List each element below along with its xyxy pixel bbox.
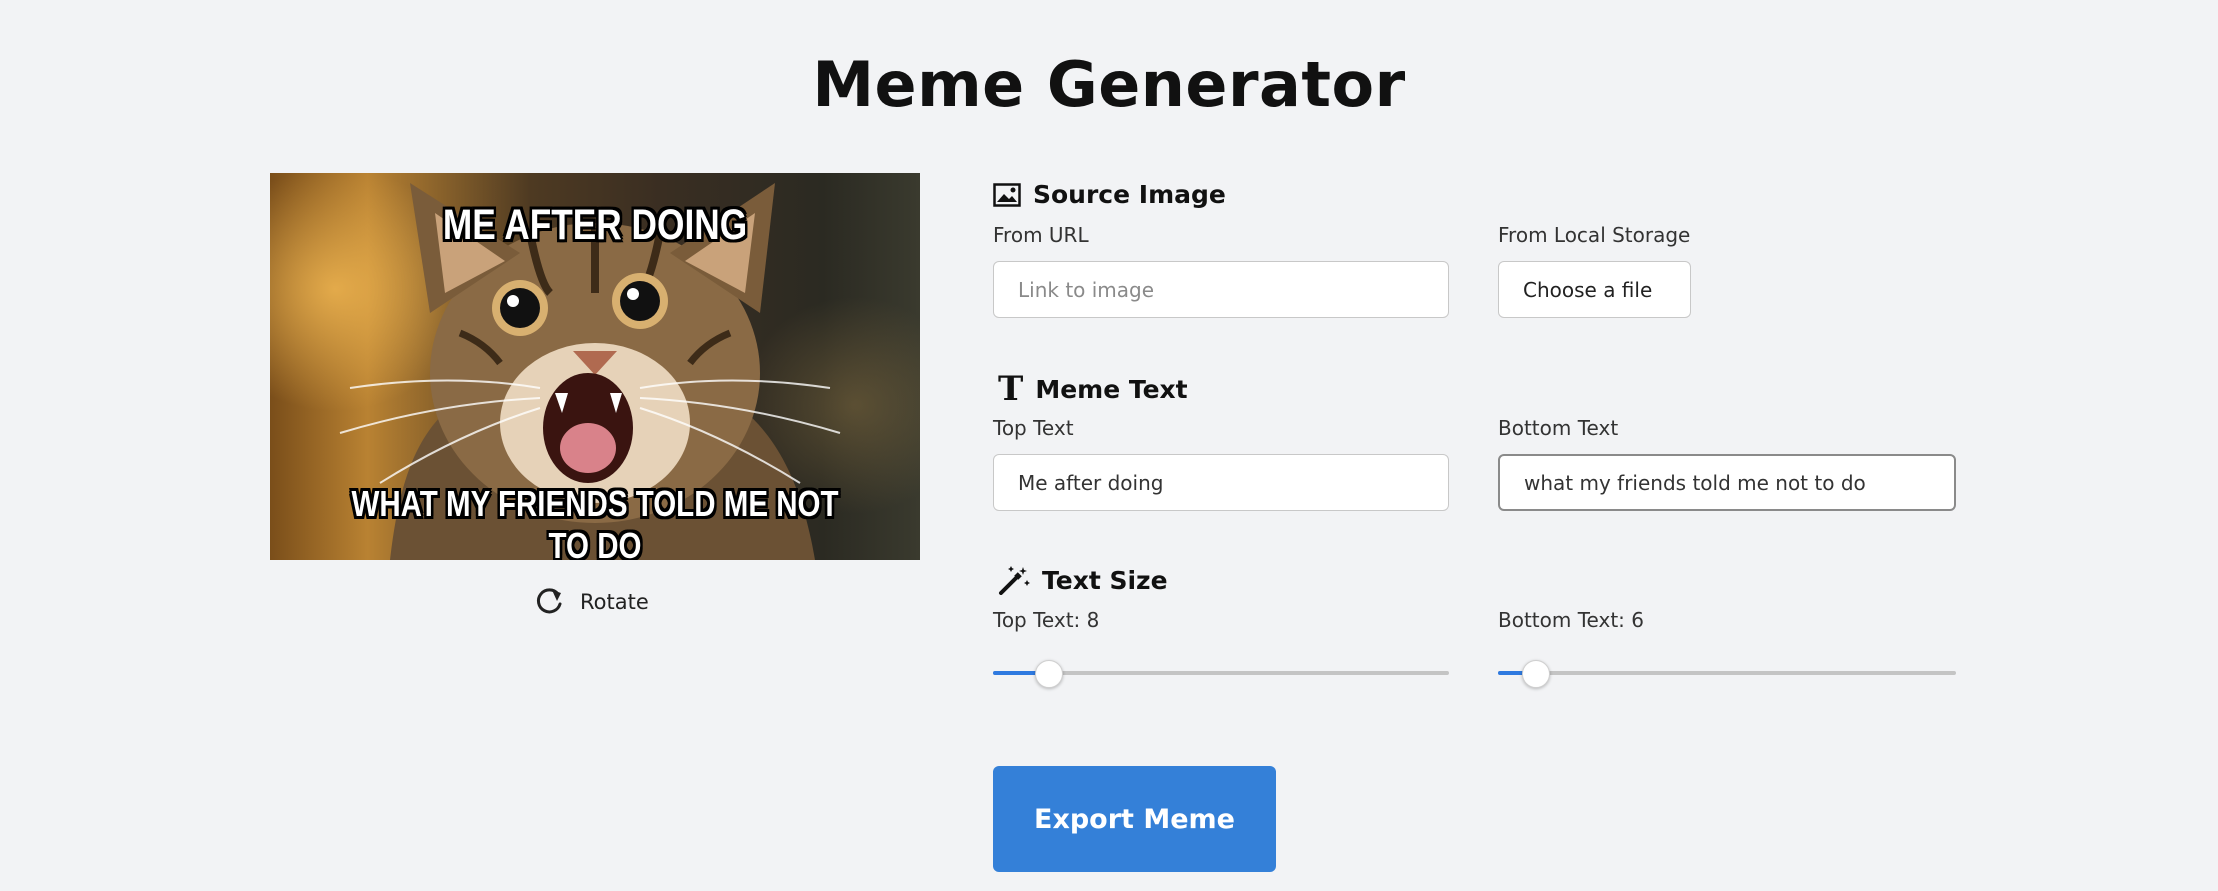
top-text-label: Top Text [993, 416, 1074, 440]
bottom-text-size-slider[interactable] [1498, 658, 1956, 688]
slider-thumb[interactable] [1521, 660, 1550, 688]
slider-track [1498, 671, 1956, 675]
page-title: Meme Generator [812, 48, 1406, 121]
meme-bottom-text: WHAT MY FRIENDS TOLD ME NOT TO DO [351, 483, 839, 560]
meme-text-title: Meme Text [1035, 374, 1188, 404]
text-t-icon: T [998, 369, 1024, 409]
bottom-text-input[interactable] [1498, 454, 1956, 511]
top-text-input[interactable] [993, 454, 1449, 511]
slider-thumb[interactable] [1034, 660, 1063, 688]
magic-wand-icon [999, 566, 1030, 595]
rotate-label: Rotate [580, 590, 649, 614]
bottom-text-size-label: Bottom Text: 6 [1498, 608, 1644, 632]
rotate-button[interactable]: Rotate [532, 584, 649, 620]
meme-top-text: ME AFTER DOING [442, 201, 748, 249]
from-local-storage-label: From Local Storage [1498, 223, 1691, 247]
source-image-heading: Source Image [993, 180, 1226, 209]
meme-preview-image: ME AFTER DOING WHAT MY FRIENDS TOLD ME N… [270, 173, 920, 560]
text-size-title: Text Size [1042, 565, 1168, 595]
image-url-input[interactable] [993, 261, 1449, 318]
from-url-label: From URL [993, 223, 1089, 247]
choose-file-button[interactable]: Choose a file [1498, 261, 1691, 318]
source-image-title: Source Image [1033, 180, 1226, 209]
export-meme-button[interactable]: Export Meme [993, 766, 1276, 872]
image-icon [993, 182, 1021, 207]
text-size-heading: Text Size [998, 565, 1168, 595]
meme-text-heading: T Meme Text [998, 372, 1188, 406]
top-text-size-label: Top Text: 8 [993, 608, 1100, 632]
rotate-clockwise-icon [536, 588, 562, 614]
top-text-size-slider[interactable] [993, 658, 1449, 688]
bottom-text-label: Bottom Text [1498, 416, 1619, 440]
